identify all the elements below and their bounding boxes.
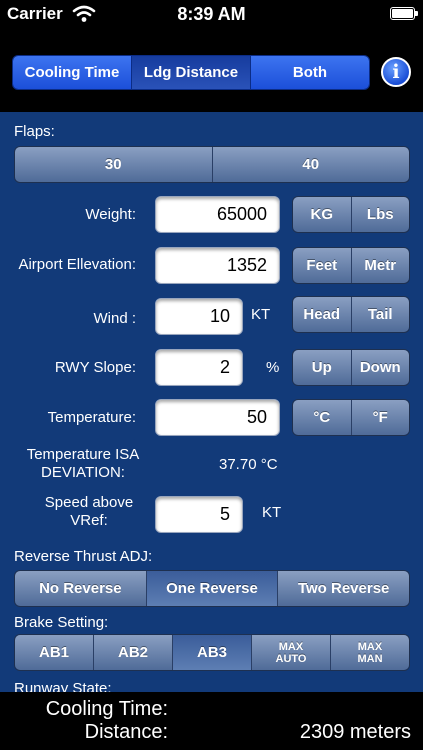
clock: 8:39 AM xyxy=(177,4,246,24)
flaps-label: Flaps: xyxy=(14,123,55,140)
speed-above-vref-label: Speed above VRef: xyxy=(44,494,134,529)
slope-up-option[interactable]: Up xyxy=(293,350,352,385)
rwy-slope-input[interactable]: 2 xyxy=(155,349,243,386)
reverse-thrust-control: No Reverse One Reverse Two Reverse xyxy=(14,570,410,607)
wind-input[interactable]: 10 xyxy=(155,298,243,335)
battery-icon xyxy=(390,7,415,20)
results-panel: Cooling Time: Distance: 2309 meters xyxy=(0,692,423,750)
weight-unit-control: KG Lbs xyxy=(292,196,410,233)
tab-cooling-time[interactable]: Cooling Time xyxy=(13,56,132,89)
rwy-slope-label: RWY Slope: xyxy=(54,359,136,376)
flaps-control: 30 40 xyxy=(14,146,410,183)
wind-label: Wind : xyxy=(93,310,136,327)
nav-bar: Cooling Time Ldg Distance Both i xyxy=(0,30,423,112)
elevation-metr-option[interactable]: Metr xyxy=(351,248,409,283)
status-bar: Carrier 8:39 AM xyxy=(0,0,423,30)
info-icon[interactable]: i xyxy=(381,57,411,87)
no-reverse-option[interactable]: No Reverse xyxy=(15,571,147,606)
airport-elevation-label: Airport Ellevation: xyxy=(18,256,136,273)
isa-deviation-value: 37.70 °C xyxy=(219,456,278,473)
brake-max-auto-option[interactable]: MAX AUTO xyxy=(252,635,331,670)
speed-above-vref-input[interactable]: 5 xyxy=(155,496,243,533)
runway-state-label: Runway State: xyxy=(14,680,112,692)
flaps-40-option[interactable]: 40 xyxy=(212,147,409,182)
two-reverse-option[interactable]: Two Reverse xyxy=(278,571,409,606)
wind-direction-control: Head Tail xyxy=(292,296,410,333)
distance-label: Distance: xyxy=(84,721,168,743)
flaps-30-option[interactable]: 30 xyxy=(15,147,213,182)
speed-above-vref-unit: KT xyxy=(262,504,282,521)
wind-tail-option[interactable]: Tail xyxy=(351,297,409,332)
temperature-label: Temperature: xyxy=(47,409,136,426)
brake-setting-control: AB1 AB2 AB3 MAX AUTO MAX MAN xyxy=(14,634,410,671)
reverse-thrust-label: Reverse Thrust ADJ: xyxy=(14,548,153,565)
temperature-fahrenheit-option[interactable]: °F xyxy=(351,400,409,435)
brake-max-man-option[interactable]: MAX MAN xyxy=(331,635,409,670)
tab-ldg-distance[interactable]: Ldg Distance xyxy=(132,56,251,89)
weight-label: Weight: xyxy=(85,206,136,223)
elevation-unit-control: Feet Metr xyxy=(292,247,410,284)
temperature-input[interactable]: 50 xyxy=(155,399,280,436)
temperature-celsius-option[interactable]: °C xyxy=(293,400,352,435)
one-reverse-option[interactable]: One Reverse xyxy=(146,571,279,606)
cooling-time-label: Cooling Time: xyxy=(45,698,168,720)
form-panel: Flaps: 30 40 Weight: 65000 KG Lbs Airpor… xyxy=(0,112,423,692)
slope-direction-control: Up Down xyxy=(292,349,410,386)
airport-elevation-input[interactable]: 1352 xyxy=(155,247,280,284)
weight-input[interactable]: 65000 xyxy=(155,196,280,233)
elevation-feet-option[interactable]: Feet xyxy=(293,248,352,283)
wind-head-option[interactable]: Head xyxy=(293,297,352,332)
brake-setting-label: Brake Setting: xyxy=(14,614,109,631)
temperature-unit-control: °C °F xyxy=(292,399,410,436)
weight-lbs-option[interactable]: Lbs xyxy=(351,197,409,232)
battery-tip xyxy=(415,11,418,16)
mode-segmented-control: Cooling Time Ldg Distance Both xyxy=(12,55,370,90)
brake-ab3-option[interactable]: AB3 xyxy=(173,635,252,670)
brake-ab2-option[interactable]: AB2 xyxy=(94,635,173,670)
slope-down-option[interactable]: Down xyxy=(351,350,409,385)
tab-both[interactable]: Both xyxy=(251,56,369,89)
brake-ab1-option[interactable]: AB1 xyxy=(15,635,94,670)
isa-deviation-label: Temperature ISA DEVIATION: xyxy=(26,446,140,481)
distance-value: 2309 meters xyxy=(299,721,411,743)
wind-unit: KT xyxy=(251,306,271,323)
weight-kg-option[interactable]: KG xyxy=(293,197,352,232)
rwy-slope-unit: % xyxy=(266,359,280,376)
